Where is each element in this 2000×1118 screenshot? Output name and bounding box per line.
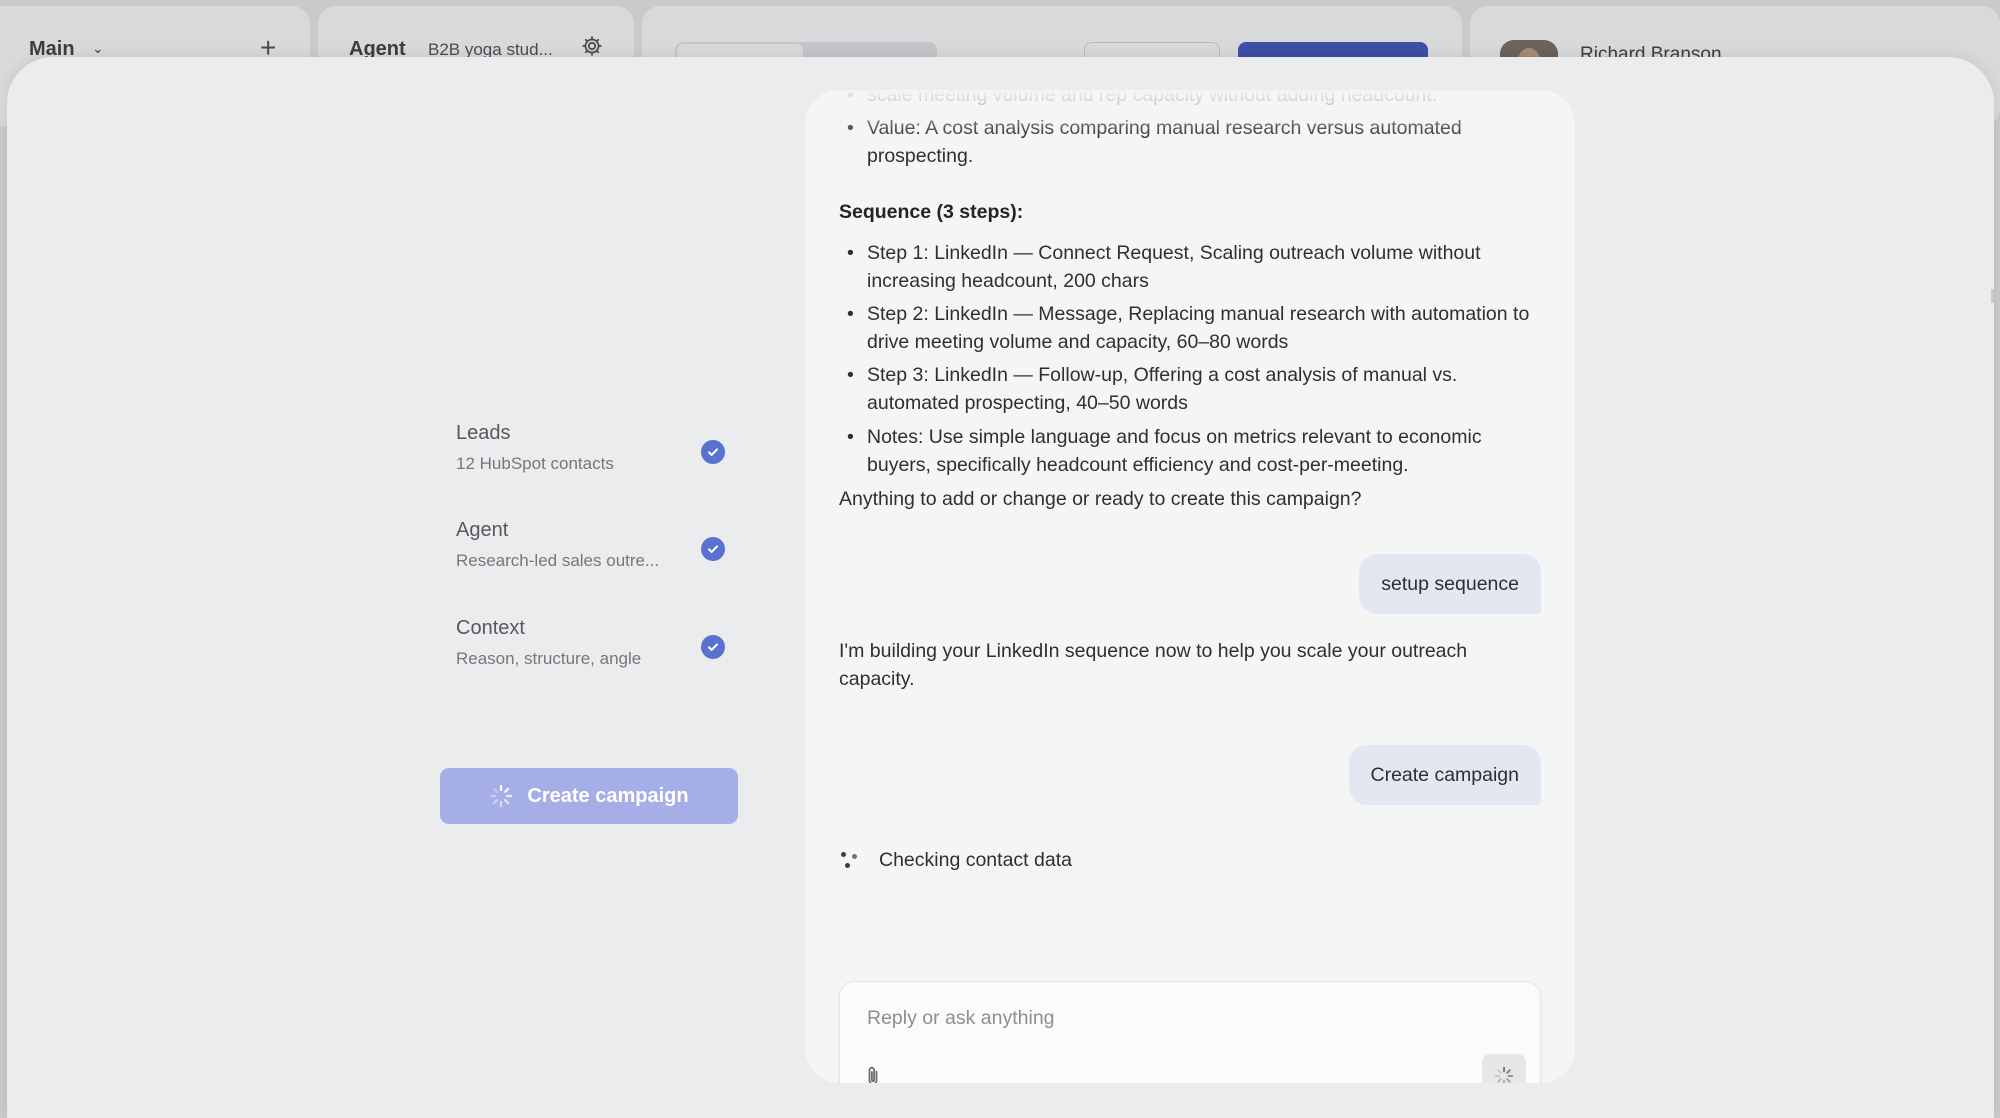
list-item: Step 1: LinkedIn — Connect Request, Scal… xyxy=(847,239,1543,295)
status-text: Checking contact data xyxy=(879,849,1072,871)
checklist-item-context[interactable]: Context Reason, structure, angle xyxy=(456,617,728,687)
chevron-down-icon: ⌄ xyxy=(92,40,104,56)
loading-dots-icon xyxy=(839,850,861,872)
scrollbar-hint xyxy=(1991,289,1994,303)
list-item-text: Notes: Use simple language and focus on … xyxy=(867,426,1482,476)
checklist-title: Agent xyxy=(456,519,509,541)
user-message: setup sequence xyxy=(1359,554,1541,614)
list-item-text: Step 3: LinkedIn — Follow-up, Offering a… xyxy=(867,364,1458,414)
create-campaign-label: Create campaign xyxy=(527,784,689,807)
list-item-text: Step 2: LinkedIn — Message, Replacing ma… xyxy=(867,303,1530,353)
list-item-text: Step 1: LinkedIn — Connect Request, Scal… xyxy=(867,242,1481,292)
checklist-item-leads[interactable]: Leads 12 HubSpot contacts xyxy=(456,422,728,492)
gear-icon xyxy=(582,36,602,56)
checklist-subtitle: Reason, structure, angle xyxy=(456,649,642,668)
message-composer xyxy=(839,981,1541,1083)
checklist-item-agent[interactable]: Agent Research-led sales outre... xyxy=(456,519,728,589)
chat-messages[interactable]: scale meeting volume and rep capacity wi… xyxy=(805,90,1575,970)
list-item-text: Value: A cost analysis comparing manual … xyxy=(867,117,1462,167)
create-campaign-button[interactable]: Create campaign xyxy=(440,768,738,824)
list-item: Step 3: LinkedIn — Follow-up, Offering a… xyxy=(847,361,1543,417)
list-item: Value: A cost analysis comparing manual … xyxy=(847,114,1543,170)
assistant-message: I'm building your LinkedIn sequence now … xyxy=(839,640,1468,690)
reply-input[interactable] xyxy=(867,1002,1507,1034)
sequence-heading: Sequence (3 steps): xyxy=(839,201,1024,223)
user-message-text: Create campaign xyxy=(1370,763,1520,786)
campaign-modal: Leads 12 HubSpot contacts Agent Research… xyxy=(7,57,1994,1118)
status-indicator: Checking contact data xyxy=(839,849,1072,872)
checklist-subtitle: Research-led sales outre... xyxy=(456,551,660,570)
check-icon xyxy=(701,635,725,659)
list-item: Notes: Use simple language and focus on … xyxy=(847,423,1543,479)
user-message-text: setup sequence xyxy=(1381,572,1519,595)
user-message: Create campaign xyxy=(1348,745,1541,805)
chat-panel: scale meeting volume and rep capacity wi… xyxy=(805,90,1575,1083)
list-item: scale meeting volume and rep capacity wi… xyxy=(847,90,1543,109)
paperclip-icon[interactable] xyxy=(860,1062,886,1083)
check-icon xyxy=(701,440,725,464)
list-item: Step 2: LinkedIn — Message, Replacing ma… xyxy=(847,300,1543,356)
checklist-subtitle: 12 HubSpot contacts xyxy=(456,454,614,473)
checklist-title: Context xyxy=(456,617,525,639)
checklist-title: Leads xyxy=(456,422,511,444)
assistant-question: Anything to add or change or ready to cr… xyxy=(839,488,1362,510)
spinner-icon xyxy=(490,784,513,808)
send-button[interactable] xyxy=(1482,1054,1526,1083)
spinner-icon xyxy=(1494,1066,1514,1083)
check-icon xyxy=(701,537,725,561)
list-item-text: scale meeting volume and rep capacity wi… xyxy=(867,90,1438,106)
